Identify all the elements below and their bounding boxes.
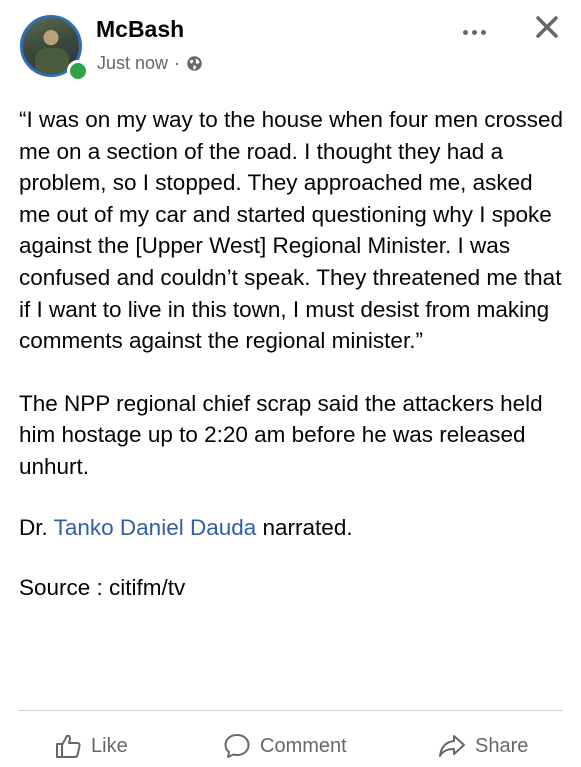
share-button[interactable]: Share <box>437 725 528 767</box>
globe-icon[interactable] <box>186 55 203 72</box>
comment-button[interactable]: Comment <box>222 725 347 767</box>
attribution-prefix: Dr. <box>19 514 48 540</box>
share-arrow-icon <box>439 735 465 757</box>
post-attribution: Dr. Tanko Daniel Dauda narrated. <box>19 512 564 544</box>
divider <box>18 710 563 711</box>
meta-separator: · <box>174 53 181 73</box>
like-button[interactable]: Like <box>53 725 128 767</box>
post-source: Source : citifm/tv <box>19 575 186 601</box>
post-timestamp[interactable]: Just now <box>97 53 168 74</box>
online-status-dot <box>67 60 89 82</box>
post-meta: Just now · <box>97 53 203 74</box>
like-label: Like <box>91 734 128 757</box>
post-quote: “I was on my way to the house when four … <box>19 107 564 354</box>
close-icon[interactable] <box>532 12 562 42</box>
mention-link[interactable]: Tanko Daniel Dauda <box>54 515 257 540</box>
post-paragraph: The NPP regional chief scrap said the at… <box>19 390 543 479</box>
post-body: “I was on my way to the house when four … <box>19 104 564 604</box>
avatar[interactable] <box>20 15 89 82</box>
author-name[interactable]: McBash <box>96 16 184 43</box>
comment-label: Comment <box>260 734 347 757</box>
action-bar: Like Comment Share <box>0 725 581 767</box>
comment-icon <box>224 734 250 758</box>
thumbs-up-icon <box>56 734 81 758</box>
share-label: Share <box>475 734 529 757</box>
attribution-suffix: narrated. <box>262 514 353 540</box>
more-options-icon[interactable] <box>456 20 492 44</box>
